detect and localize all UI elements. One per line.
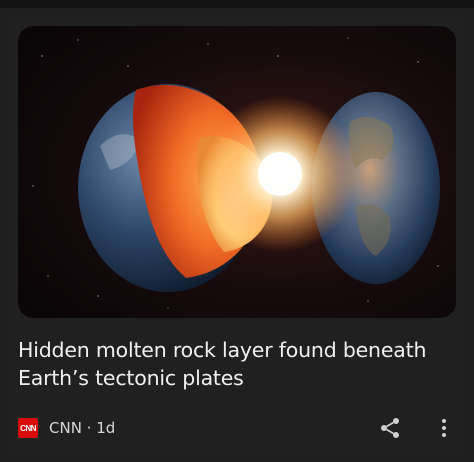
share-icon <box>381 418 399 438</box>
more-vert-icon <box>442 419 446 437</box>
article-headline[interactable]: Hidden molten rock layer found beneath E… <box>18 336 448 392</box>
article-image[interactable] <box>18 26 456 318</box>
news-card[interactable]: Hidden molten rock layer found beneath E… <box>12 14 462 454</box>
earth-core-illustration <box>18 26 456 318</box>
share-button[interactable] <box>378 416 402 440</box>
more-options-button[interactable] <box>436 416 452 440</box>
source-and-time: CNN · 1d <box>49 419 116 437</box>
top-separator <box>0 0 474 8</box>
source-info: CNN CNN · 1d <box>18 416 115 440</box>
cnn-logo: CNN <box>18 418 38 438</box>
